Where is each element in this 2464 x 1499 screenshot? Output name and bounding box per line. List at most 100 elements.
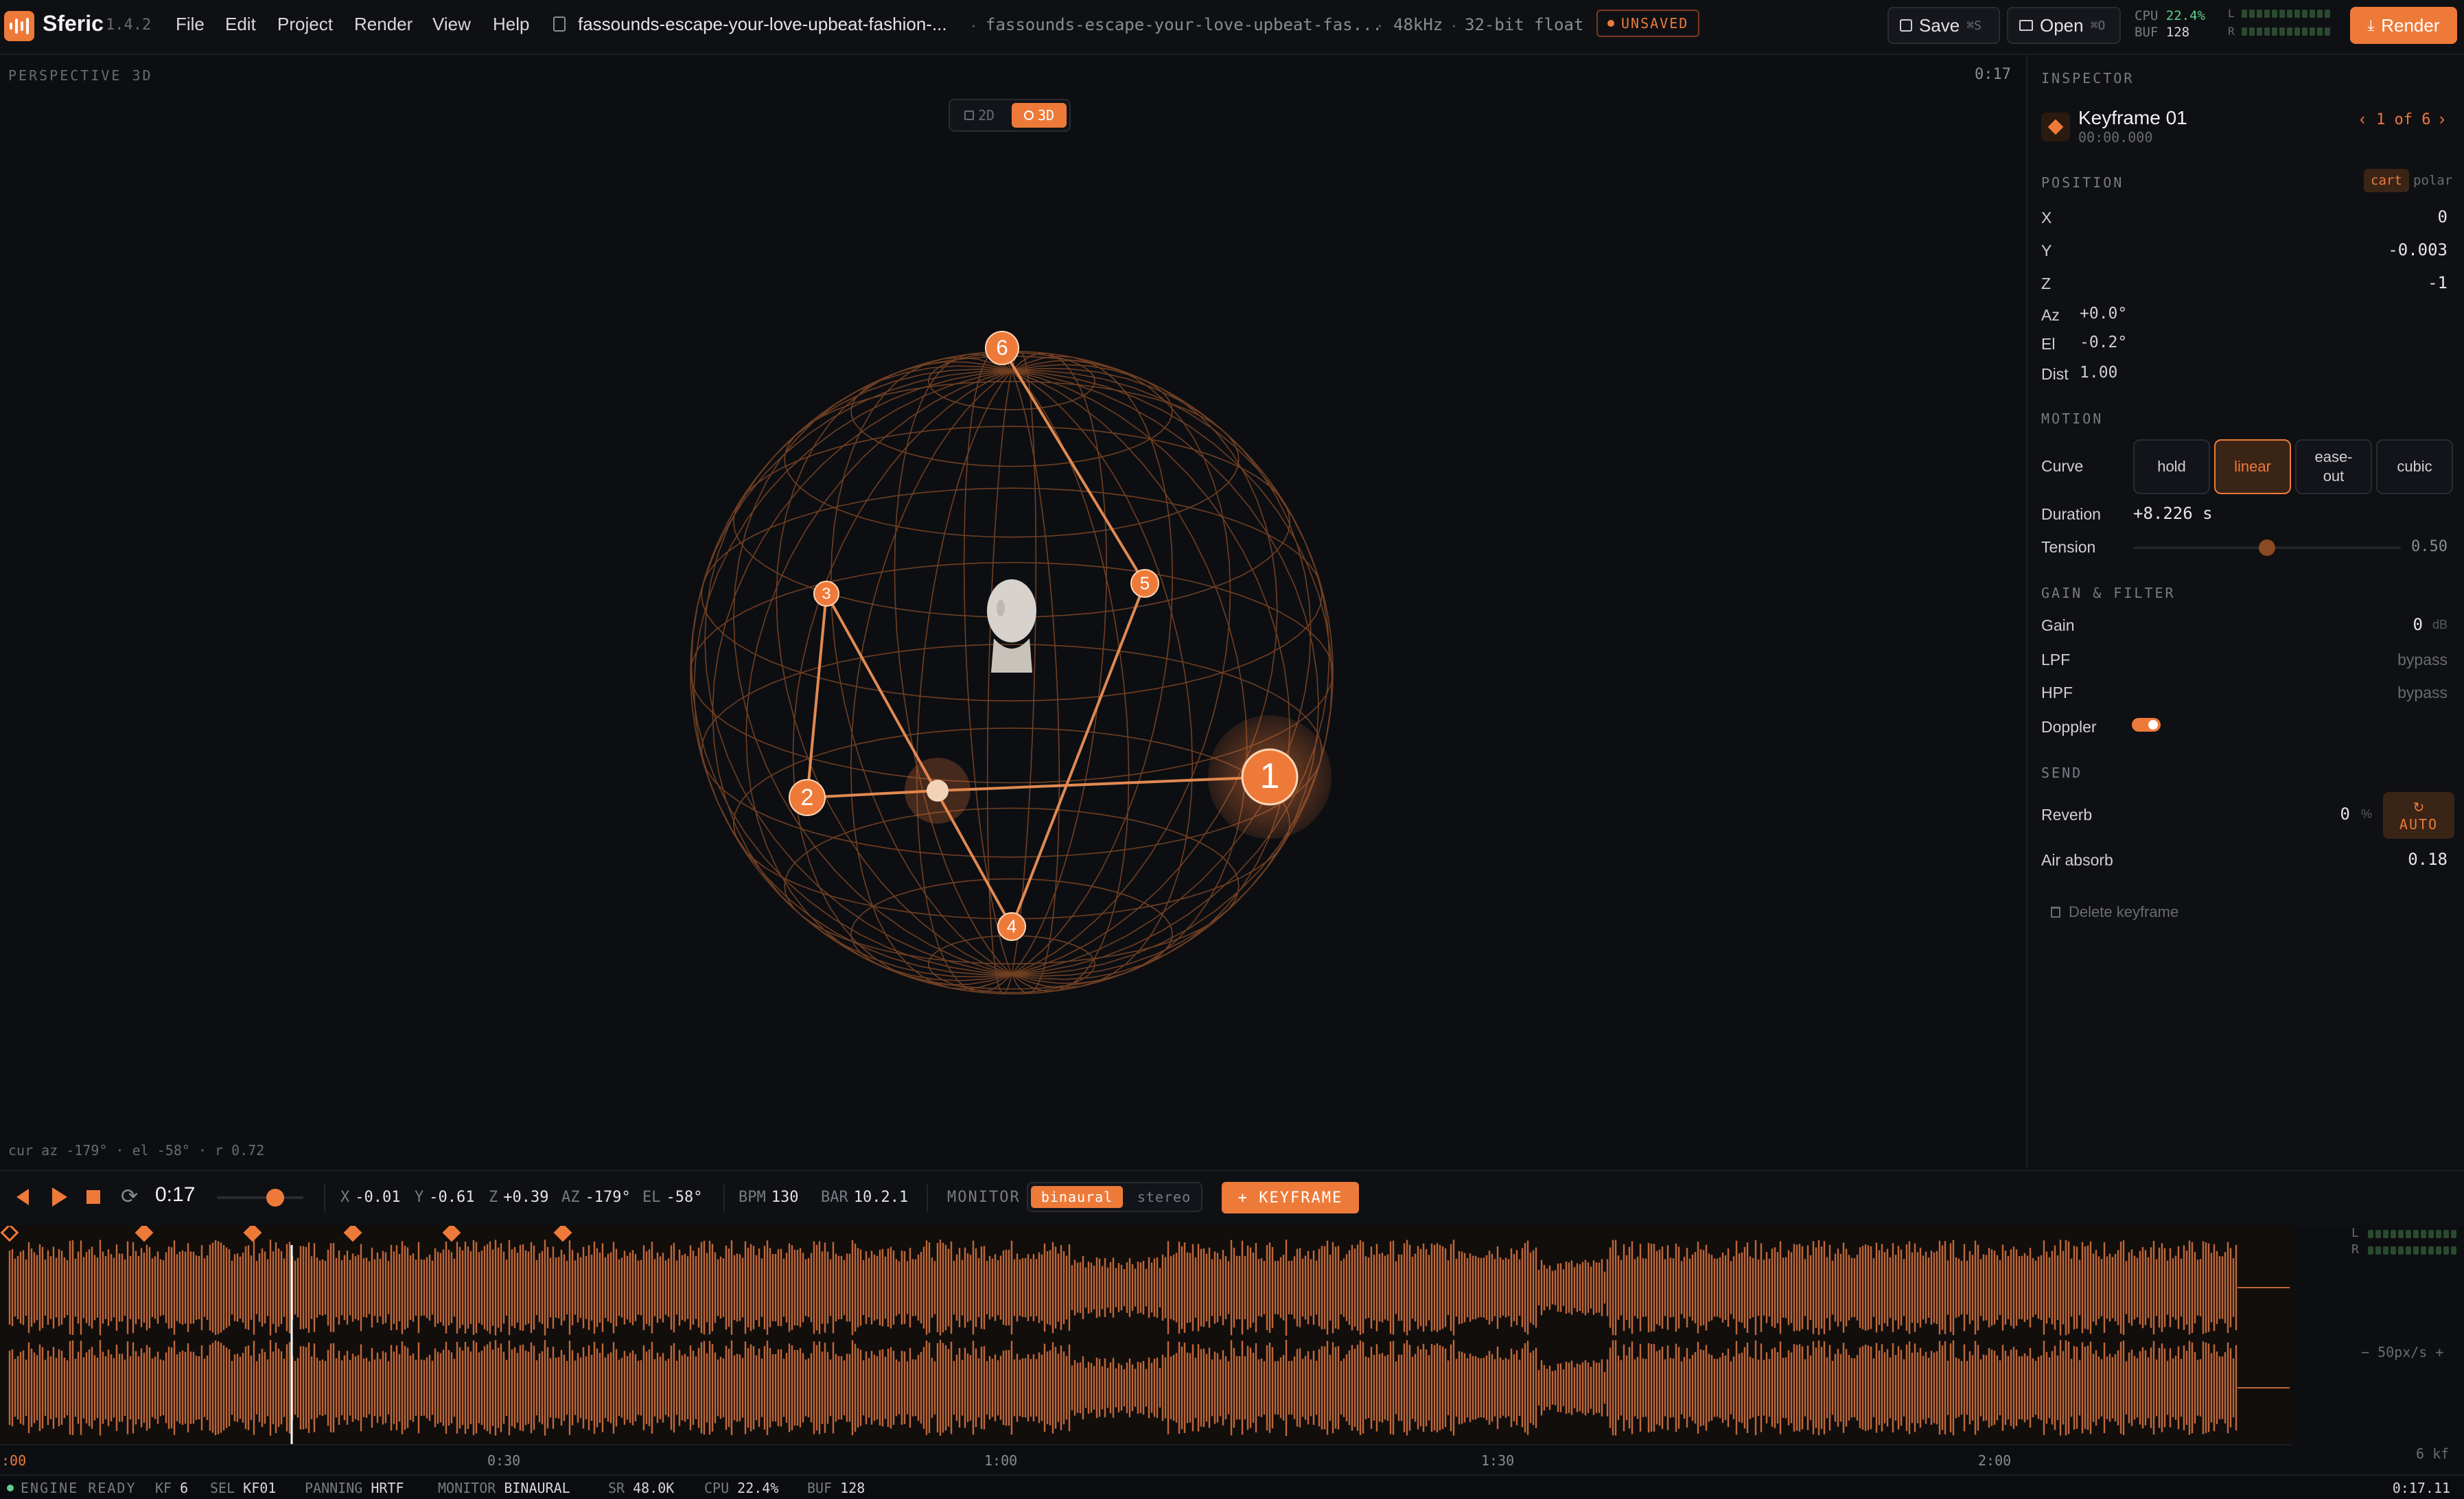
menu-view[interactable]: View (432, 14, 471, 35)
readout-x: X -0.01 (340, 1189, 401, 1206)
add-keyframe-button[interactable]: + KEYFRAME (1222, 1182, 1359, 1213)
lpf-field[interactable]: bypass (2397, 651, 2448, 669)
menu-project[interactable]: Project (277, 14, 333, 35)
timeline-ruler[interactable]: :00 0:30 1:00 1:30 2:00 (0, 1444, 2292, 1476)
waveform (0, 1226, 2290, 1444)
keyframe-marker-1[interactable] (0, 1226, 19, 1242)
unsaved-dot-icon (1607, 20, 1614, 27)
keyframe-node-label: 5 (1140, 572, 1150, 593)
status-kf: KF 6 (155, 1480, 189, 1496)
tension-value: 0.50 (2411, 538, 2448, 555)
keyframe-marker-6[interactable] (553, 1226, 572, 1242)
tension-slider[interactable] (2133, 539, 2401, 556)
air-absorb-field[interactable]: 0.18 (2408, 850, 2448, 869)
prev-keyframe-button[interactable]: ‹ (2360, 110, 2365, 129)
file-name-secondary: fassounds-escape-your-love-upbeat-fas... (986, 15, 1382, 34)
keyframe-node-label: 6 (996, 336, 1008, 360)
stop-button[interactable] (86, 1190, 100, 1204)
keyframe-icon (2041, 113, 2070, 141)
menu-file[interactable]: File (176, 14, 205, 35)
keyframe-time: 00:00.000 (2078, 129, 2153, 146)
readout-el: EL -58° (642, 1189, 703, 1206)
monitor-stereo[interactable]: stereo (1128, 1186, 1200, 1208)
coord-cart-toggle[interactable]: cart (2364, 169, 2409, 192)
tick-60: 1:00 (984, 1452, 1018, 1469)
playhead-scrubber[interactable] (217, 1189, 303, 1207)
app-name: Sferic (43, 11, 104, 36)
status-sr: SR 48.0K (608, 1480, 675, 1496)
reverb-field[interactable]: 0 (2340, 804, 2350, 824)
app-version: 1.4.2 (106, 16, 152, 34)
azimuth-value: +0.0° (2080, 305, 2128, 323)
x-field[interactable]: 0 (2438, 207, 2448, 226)
duration-value[interactable]: +8.226 s (2133, 504, 2213, 523)
keyframe-count: 6 kf (2416, 1445, 2450, 1462)
sphere-scene: 1 2 3 4 5 6 (690, 331, 1334, 995)
transport-time: 0:17 (155, 1183, 196, 1206)
loop-icon[interactable]: ⟳ (121, 1185, 138, 1209)
zoom-out-button[interactable]: − (2361, 1344, 2378, 1360)
distance-value: 1.00 (2080, 364, 2118, 382)
keyframe-marker-3[interactable] (243, 1226, 262, 1242)
level-meter-left (2242, 10, 2330, 18)
buffer-readout: BUF 128 (2135, 25, 2190, 40)
keyframe-node-label: 4 (1007, 916, 1016, 936)
curve-hold-button[interactable]: hold (2133, 439, 2210, 494)
menu-edit[interactable]: Edit (225, 14, 256, 35)
render-button[interactable]: ⤓ Render (2350, 7, 2457, 44)
waveform-track[interactable] (0, 1226, 2292, 1444)
monitor-binaural[interactable]: binaural (1031, 1186, 1123, 1208)
rewind-button[interactable] (16, 1189, 29, 1205)
keyframe-marker-2[interactable] (135, 1226, 154, 1242)
save-icon (1900, 19, 1912, 32)
coord-polar-toggle[interactable]: polar (2413, 173, 2452, 188)
gain-filter-heading: GAIN & FILTER (2041, 585, 2176, 601)
inspector-heading: INSPECTOR (2041, 70, 2135, 86)
sample-rate: 48kHz (1393, 15, 1443, 34)
zoom-control[interactable]: − 50px/s + (2361, 1344, 2443, 1360)
readout-bar: BAR 10.2.1 (821, 1189, 909, 1206)
monitor-toggle: binaural stereo (1027, 1182, 1202, 1212)
engine-status: ENGINE READY (21, 1480, 137, 1496)
curve-linear-button[interactable]: linear (2214, 439, 2291, 494)
folder-icon (2019, 20, 2033, 31)
menu-render[interactable]: Render (354, 14, 412, 35)
engine-status-dot-icon (7, 1485, 14, 1491)
keyframe-pager: 1 of 6 (2376, 111, 2431, 128)
next-keyframe-button[interactable]: › (2439, 110, 2445, 129)
y-field[interactable]: -0.003 (2388, 240, 2448, 259)
open-button[interactable]: Open ⌘O (2007, 7, 2121, 44)
keyframe-marker-5[interactable] (442, 1226, 461, 1242)
waveform-side-panel: L R − 50px/s + 6 kf (2292, 1226, 2464, 1474)
z-field[interactable]: -1 (2428, 273, 2448, 292)
tension-slider-thumb[interactable] (2259, 539, 2275, 556)
keyframe-node-label: 1 (1260, 756, 1280, 796)
current-position-marker[interactable] (927, 780, 949, 802)
cursor-readout: cur az -179° · el -58° · r 0.72 (8, 1142, 265, 1159)
status-cpu: CPU 22.4% (704, 1480, 779, 1496)
listener-head-icon (987, 579, 1036, 673)
send-heading: SEND (2041, 765, 2083, 781)
keyframe-marker-4[interactable] (343, 1226, 362, 1242)
zoom-in-button[interactable]: + (2427, 1344, 2443, 1360)
keyframe-title: Keyframe 01 (2078, 107, 2187, 128)
keyframe-node-label: 2 (801, 785, 814, 811)
tick-0: :00 (1, 1452, 27, 1469)
gain-field[interactable]: 0 (2413, 615, 2423, 634)
viewport-3d[interactable]: PERSPECTIVE 3D 0:17 2D 3D 123456 cur az … (0, 55, 2025, 1168)
scrubber-thumb[interactable] (266, 1189, 284, 1207)
curve-ease-out-button[interactable]: ease- out (2295, 439, 2372, 494)
inspector-panel: INSPECTOR Keyframe 01 00:00.000 ‹ 1 of 6… (2026, 55, 2464, 1168)
play-button[interactable] (52, 1187, 67, 1207)
curve-cubic-button[interactable]: cubic (2376, 439, 2453, 494)
hpf-field[interactable]: bypass (2397, 684, 2448, 702)
save-button[interactable]: Save ⌘S (1887, 7, 2000, 44)
reverb-auto-button[interactable]: ↻ AUTO (2383, 792, 2454, 839)
download-icon: ⤓ (2367, 16, 2375, 34)
menu-help[interactable]: Help (493, 14, 529, 35)
status-buf: BUF 128 (807, 1480, 865, 1496)
status-bar: ENGINE READY KF 6 SEL KF01 PANNING HRTF … (0, 1474, 2464, 1499)
delete-keyframe-button[interactable]: Delete keyframe (2051, 903, 2178, 921)
doppler-toggle[interactable] (2132, 718, 2161, 732)
position-heading: POSITION (2041, 174, 2124, 191)
